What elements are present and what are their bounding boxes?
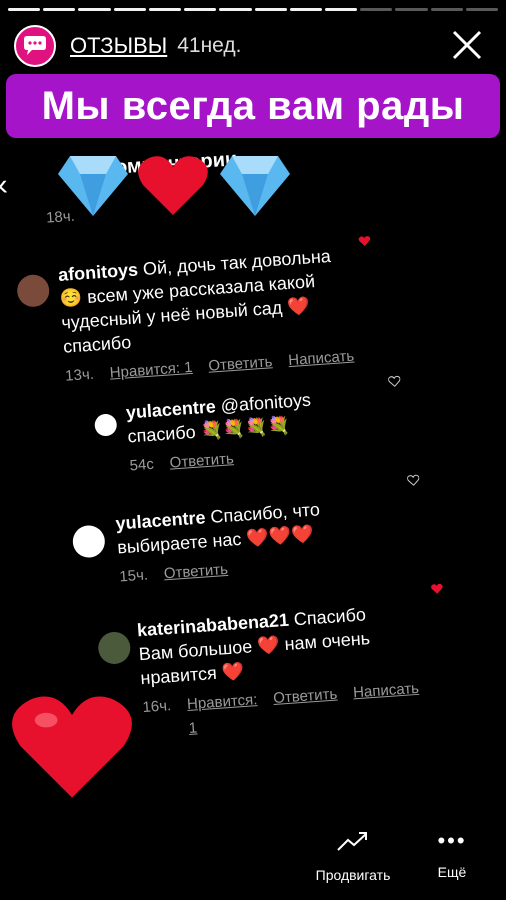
comment-item: katerinababena21 Спасибо Вам большое ❤️ … (136, 602, 420, 744)
more-label: Ещё (437, 864, 467, 880)
comment-meta: 16ч. Нравится: 1 Ответить Написать (141, 679, 420, 744)
reply-link[interactable]: Ответить (272, 683, 339, 735)
progress-segment (324, 8, 358, 11)
chat-bubble-icon (24, 36, 46, 55)
comment-item: yulacentre Спасибо, что выбираете нас ❤️… (115, 493, 380, 589)
trend-arrow-icon (337, 832, 367, 851)
story-time: 41нед. (177, 34, 242, 57)
story-banner: Мы всегда вам рады (6, 74, 500, 138)
reply-link[interactable]: Ответить (208, 350, 274, 378)
reply-link[interactable]: Ответить (169, 447, 235, 475)
profile-avatar[interactable] (14, 25, 56, 67)
promote-label: Продвигать (315, 867, 391, 883)
avatar (97, 630, 132, 666)
progress-segment (219, 8, 252, 11)
close-icon[interactable] (448, 26, 486, 64)
progress-segment (465, 8, 499, 11)
comment-username: yulacentre (114, 507, 207, 534)
heart-sticker-icon (138, 156, 208, 215)
profile-name[interactable]: ОТЗЫВЫ (70, 33, 167, 59)
comment-username: afonitoys (57, 259, 139, 285)
comment-time: 16ч. (141, 697, 172, 717)
more-icon: ••• (437, 828, 467, 853)
heart-outline-icon[interactable] (388, 375, 401, 387)
progress-segment (148, 8, 182, 11)
progress-segment (430, 8, 463, 11)
comment-time: 54с (129, 455, 155, 475)
diamond-sticker-icon (58, 156, 128, 216)
promote-button[interactable]: Продвигать (306, 830, 400, 883)
heart-icon[interactable] (358, 235, 371, 247)
heart-icon[interactable] (431, 583, 444, 595)
story-header: ОТЗЫВЫ 41нед. (14, 24, 496, 68)
comment-time: 13ч. (64, 365, 95, 385)
progress-segment (360, 8, 393, 11)
comment-item: yulacentre @afonitoys спасибо 💐💐💐💐 54с О… (125, 384, 370, 479)
comment-item: afonitoys Ой, дочь так довольна ☺️ всем … (57, 242, 365, 389)
avatar (16, 273, 51, 308)
more-button[interactable]: ••• Ещё (426, 828, 478, 881)
progress-segment (254, 8, 287, 11)
progress-segment (395, 8, 428, 11)
comment-username: yulacentre (125, 396, 217, 423)
reply-link[interactable]: Ответить (163, 558, 229, 586)
avatar (94, 413, 118, 437)
comments-screenshot: ‹ Комментарии 18ч. afonitoys Ой, дочь та… (0, 131, 506, 745)
heart-outline-icon[interactable] (406, 474, 420, 486)
progress-segment (78, 8, 111, 11)
story-bottom-bar: Продвигать ••• Ещё (0, 822, 506, 892)
progress-segment (184, 8, 217, 11)
back-icon: ‹ (0, 168, 9, 202)
progress-segment (8, 8, 41, 11)
diamond-sticker-icon (220, 156, 290, 216)
likes-link[interactable]: Нравится: 1 (109, 356, 193, 386)
progress-segment (113, 8, 146, 11)
comment-time: 15ч. (118, 566, 149, 586)
write-link[interactable]: Написать (352, 677, 421, 729)
write-link[interactable]: Написать (288, 345, 355, 374)
progress-segment (289, 8, 322, 11)
story-progress-bar (8, 8, 499, 11)
heart-sticker-icon (12, 696, 132, 798)
likes-link[interactable]: Нравится: 1 (186, 688, 260, 741)
progress-segment (43, 8, 76, 11)
avatar (71, 524, 106, 559)
